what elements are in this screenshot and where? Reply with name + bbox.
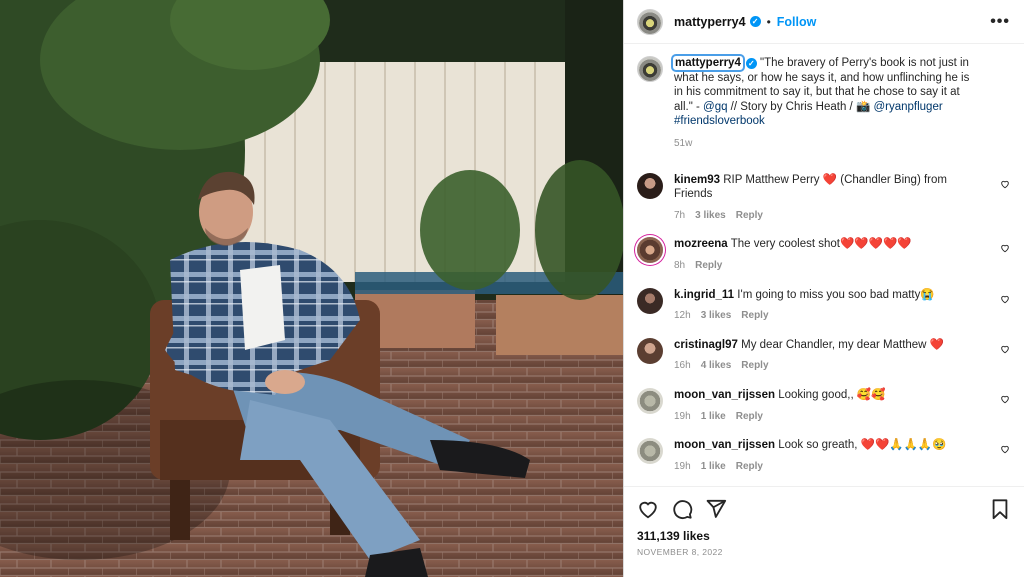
paper-plane-icon[interactable]: [705, 498, 727, 520]
comment-username[interactable]: k.ingrid_11: [674, 289, 734, 301]
more-options-icon[interactable]: •••: [990, 13, 1010, 31]
comment-time[interactable]: 7h: [674, 210, 685, 221]
comment-meta: 7h 3 likes Reply: [674, 209, 964, 224]
post-caption: mattyperry4 ✓ "The bravery of Perry's boo…: [637, 54, 1010, 152]
comment-item: k.ingrid_11 I'm going to miss you soo ba…: [637, 287, 1010, 324]
comment-text: Looking good,, 🥰🥰: [778, 388, 886, 401]
caption-author-avatar[interactable]: [637, 56, 663, 82]
hashtag-link[interactable]: #friendsloverbook: [674, 115, 765, 127]
reply-button[interactable]: Reply: [736, 411, 763, 422]
reply-button[interactable]: Reply: [695, 260, 722, 271]
comment-likes[interactable]: 3 likes: [695, 210, 726, 221]
bookmark-icon[interactable]: [990, 498, 1010, 520]
commenter-avatar[interactable]: [637, 387, 663, 414]
comment-meta: 8h Reply: [674, 259, 964, 274]
comment-meta: 19h 1 like Reply: [674, 410, 964, 425]
heart-icon[interactable]: [1000, 394, 1010, 404]
comment-text: I'm going to miss you soo bad matty😭: [737, 288, 935, 301]
author-username[interactable]: mattyperry4: [674, 15, 746, 29]
comment-item: mozreena The very coolest shot❤️❤️❤️❤️❤️…: [637, 237, 1010, 273]
heart-icon[interactable]: [1000, 294, 1010, 304]
comment-time[interactable]: 19h: [674, 461, 691, 472]
comment-username[interactable]: moon_van_rijssen: [674, 389, 775, 401]
commenter-avatar[interactable]: [637, 237, 663, 264]
comment-body: k.ingrid_11 I'm going to miss you soo ba…: [674, 288, 964, 324]
comment-likes[interactable]: 1 like: [701, 411, 726, 422]
post-date[interactable]: NOVEMBER 8, 2022: [637, 547, 1010, 557]
comment-meta: 12h 3 likes Reply: [674, 309, 964, 324]
reply-button[interactable]: Reply: [736, 210, 763, 221]
comment-text: Look so greath, ❤️❤️🙏🙏🙏🥹: [778, 439, 947, 452]
comment-body: cristinagl97 My dear Chandler, my dear M…: [674, 338, 964, 374]
post-photo-image: [0, 0, 623, 577]
comment-likes[interactable]: 1 like: [701, 461, 726, 472]
follow-button[interactable]: Follow: [777, 15, 817, 29]
comment-likes[interactable]: 3 likes: [701, 310, 732, 321]
comment-body: moon_van_rijssen Look so greath, ❤️❤️🙏🙏🙏…: [674, 438, 964, 474]
mention-ryanpfluger-link[interactable]: @ryanpfluger: [873, 101, 942, 113]
comment-body: mozreena The very coolest shot❤️❤️❤️❤️❤️…: [674, 237, 964, 273]
comment-time[interactable]: 8h: [674, 260, 685, 271]
comment-item: kinem93 RIP Matthew Perry ❤️ (Chandler B…: [637, 172, 1010, 224]
commenter-avatar[interactable]: [637, 337, 663, 364]
reply-button[interactable]: Reply: [741, 310, 768, 321]
commenter-avatar[interactable]: [637, 172, 663, 199]
heart-icon[interactable]: [1000, 243, 1010, 253]
caption-text-2: // Story by Chris Heath / 📸: [727, 100, 874, 113]
caption-username[interactable]: mattyperry4: [671, 54, 745, 72]
reply-button[interactable]: Reply: [741, 360, 768, 371]
likes-count[interactable]: 311,139 likes: [637, 529, 1010, 543]
action-bar: [637, 497, 1010, 521]
post-footer: 311,139 likes NOVEMBER 8, 2022: [624, 486, 1024, 577]
caption-body: mattyperry4 ✓ "The bravery of Perry's boo…: [671, 54, 974, 152]
verified-badge-icon: ✓: [745, 58, 757, 69]
comment-body: moon_van_rijssen Looking good,, 🥰🥰 19h 1 …: [674, 388, 964, 424]
author-avatar[interactable]: [637, 8, 663, 35]
comment-meta: 19h 1 like Reply: [674, 460, 964, 475]
comment-username[interactable]: cristinagl97: [674, 339, 738, 351]
comment-likes[interactable]: 4 likes: [701, 360, 732, 371]
post-photo[interactable]: [0, 0, 623, 577]
comment-item: moon_van_rijssen Look so greath, ❤️❤️🙏🙏🙏…: [637, 438, 1010, 474]
comment-text: My dear Chandler, my dear Matthew ❤️: [741, 338, 944, 351]
comment-username[interactable]: moon_van_rijssen: [674, 439, 775, 451]
heart-icon[interactable]: [1000, 344, 1010, 354]
heart-icon[interactable]: [1000, 444, 1010, 454]
comment-time[interactable]: 16h: [674, 360, 691, 371]
mention-gq-link[interactable]: @gq: [703, 101, 727, 113]
commenter-avatar[interactable]: [637, 287, 663, 314]
commenter-avatar[interactable]: [637, 438, 663, 465]
comments-scroll-area[interactable]: mattyperry4 ✓ "The bravery of Perry's boo…: [624, 44, 1024, 486]
verified-badge-icon: ✓: [749, 16, 761, 27]
comment-username[interactable]: kinem93: [674, 174, 720, 186]
comment-username[interactable]: mozreena: [674, 238, 728, 250]
comment-time[interactable]: 19h: [674, 411, 691, 422]
comment-text: The very coolest shot❤️❤️❤️❤️❤️: [730, 238, 912, 251]
comment-item: cristinagl97 My dear Chandler, my dear M…: [637, 337, 1010, 374]
comment-meta: 16h 4 likes Reply: [674, 359, 964, 374]
comment-bubble-icon[interactable]: [671, 498, 693, 520]
post-side-panel: mattyperry4 ✓ • Follow ••• mattyperry4 ✓ …: [623, 0, 1024, 577]
heart-icon[interactable]: [1000, 179, 1010, 189]
caption-timestamp[interactable]: 51w: [674, 137, 974, 152]
reply-button[interactable]: Reply: [736, 461, 763, 472]
heart-icon[interactable]: [637, 498, 659, 520]
header-separator: •: [766, 14, 771, 29]
instagram-post-view: mattyperry4 ✓ • Follow ••• mattyperry4 ✓ …: [0, 0, 1024, 577]
comment-time[interactable]: 12h: [674, 310, 691, 321]
post-header: mattyperry4 ✓ • Follow •••: [624, 0, 1024, 44]
comment-item: moon_van_rijssen Looking good,, 🥰🥰 19h 1 …: [637, 387, 1010, 424]
comment-body: kinem93 RIP Matthew Perry ❤️ (Chandler B…: [674, 173, 964, 224]
